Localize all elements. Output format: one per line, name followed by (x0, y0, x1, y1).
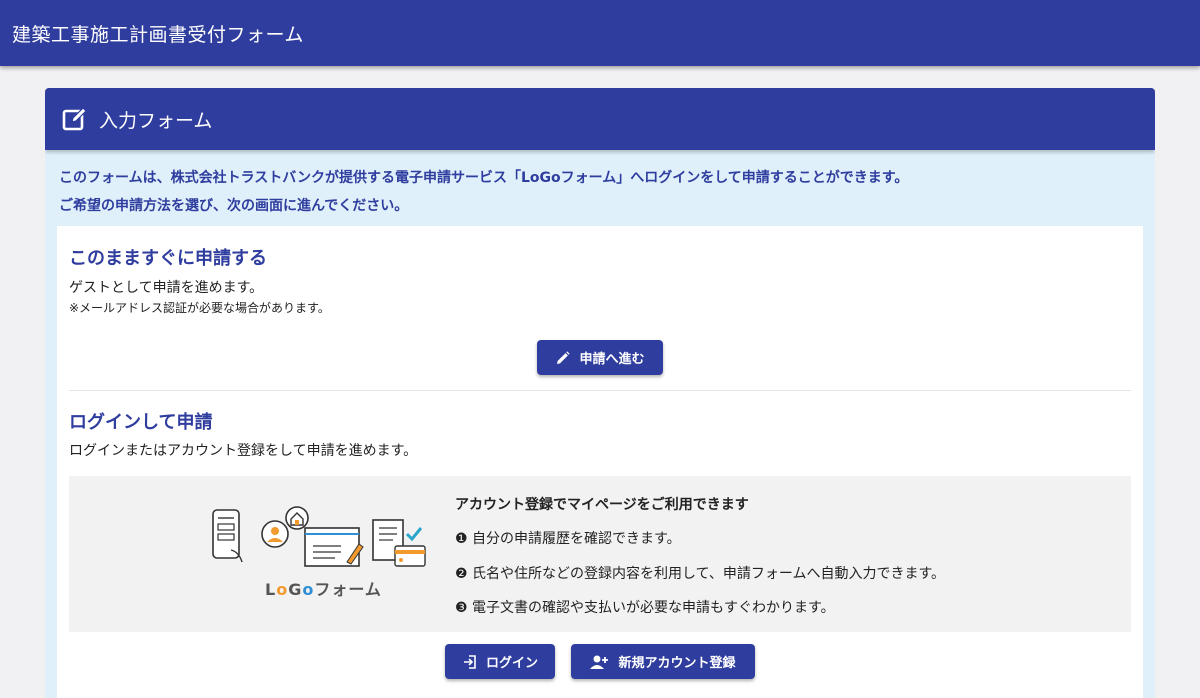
proceed-application-button[interactable]: 申請へ進む (537, 340, 663, 375)
guest-section-note: ※メールアドレス認証が必要な場合があります。 (69, 301, 330, 315)
logo-form-logo: LoGoフォーム (265, 576, 382, 600)
pencil-icon (555, 350, 571, 366)
logo-letter: o (276, 580, 289, 599)
mypage-info-item-3: ❸ 電子文書の確認や支払いが必要な申請もすぐわかります。 (455, 600, 835, 616)
form-card: 入力フォーム このフォームは、株式会社トラストバンクが提供する電子申請サービス「… (45, 88, 1155, 698)
edit-square-icon (61, 105, 89, 133)
mypage-info-item-1: ❶ 自分の申請履歴を確認できます。 (455, 531, 681, 547)
intro-text: このフォームは、株式会社トラストバンクが提供する電子申請サービス「LoGoフォー… (59, 164, 908, 220)
register-account-button[interactable]: 新規アカウント登録 (571, 644, 755, 679)
login-button-label: ログイン (485, 656, 538, 671)
logo-letter: o (302, 580, 315, 599)
options-panel: このまますぐに申請する ゲストとして申請を進めます。 ※メールアドレス認証が必要… (57, 226, 1143, 698)
app-title: 建築工事施工計画書受付フォーム (12, 23, 304, 46)
card-title: 入力フォーム (99, 109, 213, 132)
register-account-label: 新規アカウント登録 (618, 656, 736, 671)
logo-letter: G (288, 580, 303, 599)
proceed-application-label: 申請へ進む (579, 352, 645, 367)
mypage-info-box: LoGoフォーム アカウント登録でマイページをご利用できます ❶ 自分の申請履歴… (69, 476, 1131, 632)
logo-letter: L (265, 580, 277, 599)
login-section-title: ログインして申請 (69, 412, 213, 433)
logo-wordmark: フォーム (314, 580, 382, 599)
mypage-info-title: アカウント登録でマイページをご利用できます (455, 497, 749, 513)
login-section-text: ログインまたはアカウント登録をして申請を進めます。 (69, 443, 418, 459)
guest-section-title: このまますぐに申請する (69, 248, 267, 269)
intro-line-2: ご希望の申請方法を選び、次の画面に進んでください。 (59, 198, 409, 214)
card-header: 入力フォーム (45, 88, 1155, 150)
intro-line-1: このフォームは、株式会社トラストバンクが提供する電子申請サービス「LoGoフォー… (59, 170, 909, 186)
person-add-icon (590, 654, 610, 670)
app-bar: 建築工事施工計画書受付フォーム (0, 0, 1200, 66)
guest-section-text: ゲストとして申請を進めます。 (69, 280, 264, 296)
mypage-info-item-2: ❷ 氏名や住所などの登録内容を利用して、申請フォームへ自動入力できます。 (455, 566, 946, 582)
login-icon (462, 654, 478, 670)
login-button[interactable]: ログイン (445, 644, 555, 679)
section-divider (69, 390, 1131, 391)
